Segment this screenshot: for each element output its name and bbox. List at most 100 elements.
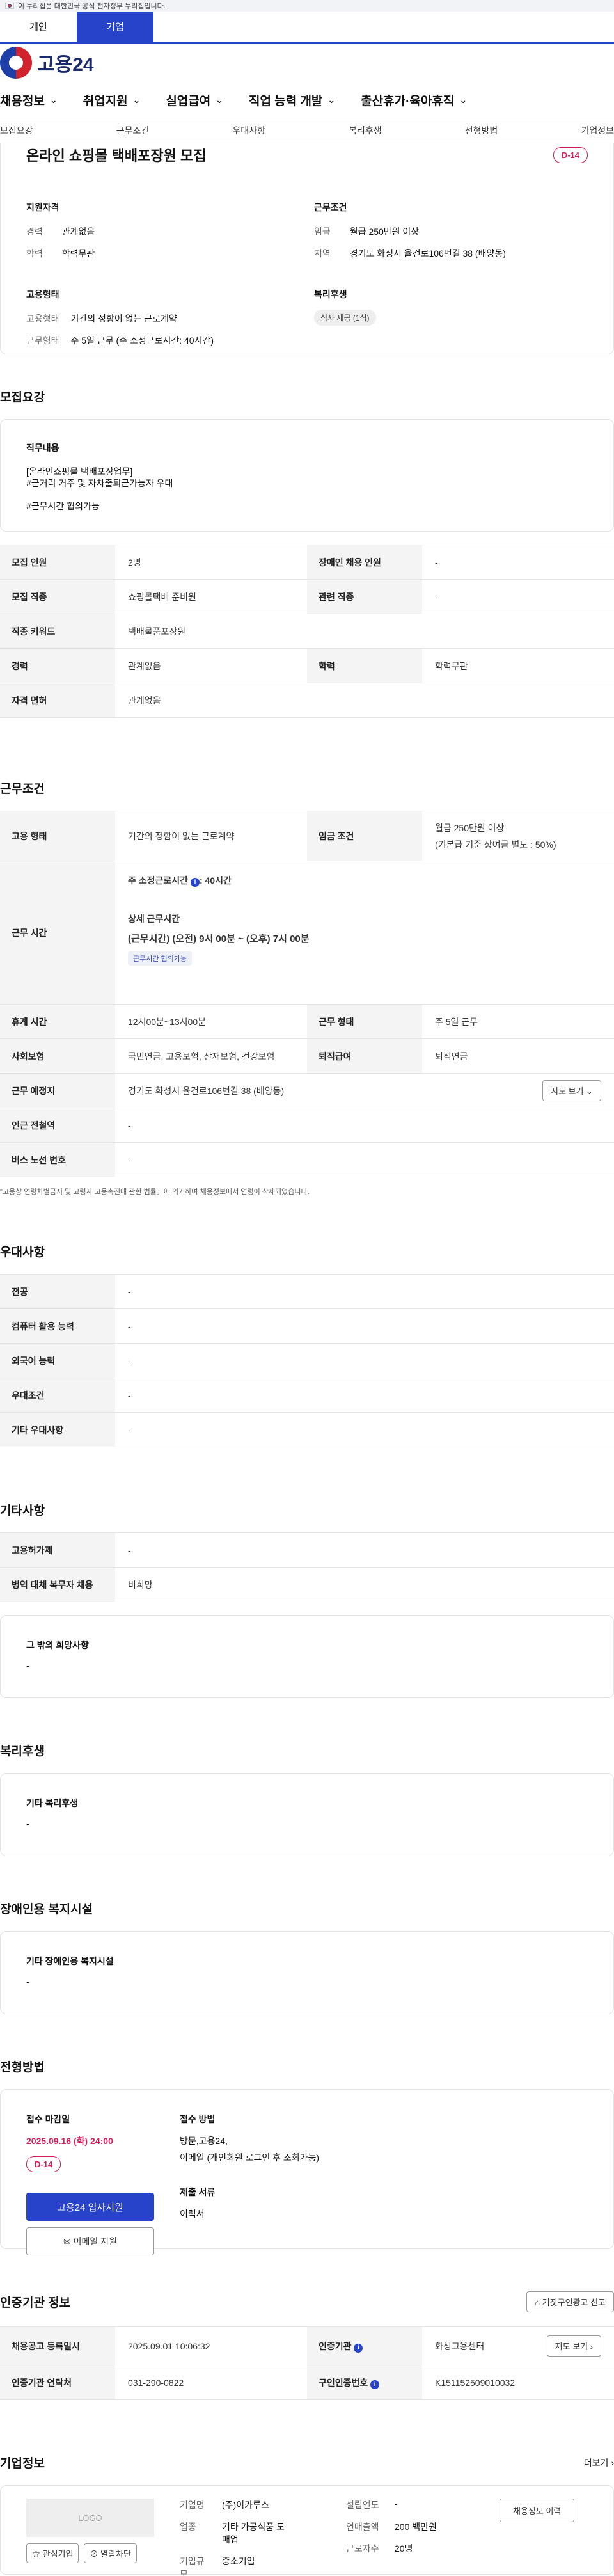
row-key: 인근 전철역 xyxy=(0,1108,115,1143)
company-name-value: (주)이카루스 xyxy=(222,2500,269,2510)
tab-individual[interactable]: 개인 xyxy=(0,12,77,42)
block-label: 열람차단 xyxy=(100,2549,131,2559)
block-view-button[interactable]: ⊘ 열람차단 xyxy=(84,2543,137,2563)
age-notice: "고용상 연령차별금지 및 고령자 고용촉진에 관한 법률」에 의거하여 채용정… xyxy=(0,1188,310,1196)
row-key: 외국어 능력 xyxy=(0,1343,115,1378)
map-button-label: 지도 보기 xyxy=(551,1086,584,1096)
more-label: 더보기 xyxy=(583,2457,609,2468)
nav-item-skill-development[interactable]: 직업 능력 개발 ⌄ xyxy=(249,91,335,109)
edu-value: 학력무관 xyxy=(61,248,95,258)
row-key: 임금 조건 xyxy=(307,811,422,861)
welfare-card: 기타 복리후생 - xyxy=(0,1773,614,1856)
row-value: - xyxy=(128,1120,131,1131)
apply-card: 접수 마감일 2025.09.16 (화) 24:00 D-14 고용24 입사… xyxy=(0,2089,614,2255)
chevron-down-icon: ⌄ xyxy=(132,94,141,105)
size-value: 중소기업 xyxy=(222,2556,255,2566)
anchor-welfare[interactable]: 복리후생 xyxy=(349,124,382,137)
company-section-title: 기업정보 xyxy=(0,2457,45,2470)
hours-detail-label: 상세 근무시간 xyxy=(128,914,180,924)
row-value: 관계없음 xyxy=(128,660,161,671)
table-row: 근무 예정지 경기도 화성시 율건로106번길 38 (배양동) 지도 보기 ⌄ xyxy=(0,1073,614,1108)
row-value: 기간의 정함이 없는 근로계약 xyxy=(128,831,235,841)
nav-item-jobs[interactable]: 채용정보 ⌄ xyxy=(0,91,58,109)
row-value: - xyxy=(128,1321,131,1332)
table-row: 인증기관 연락처 031-290-0822 구인인증번호 i K15115250… xyxy=(0,2365,614,2400)
etc-section-title: 기타사항 xyxy=(0,1504,45,1518)
docs-label: 제출 서류 xyxy=(180,2187,216,2197)
row-value: - xyxy=(128,1424,131,1435)
hours-tag: 근무시간 협의가능 xyxy=(128,951,193,966)
main-nav: 채용정보 ⌄ 취업지원 ⌄ 실업급여 ⌄ 직업 능력 개발 ⌄ 출산휴가·육아휴직 ⌄ xyxy=(0,82,614,118)
row-key: 인증기관 연락처 xyxy=(0,2365,115,2400)
report-button[interactable]: ⌂ 거짓구인광고 신고 xyxy=(526,2291,614,2312)
row-key: 경력 xyxy=(0,648,115,683)
row-key: 퇴직급여 xyxy=(307,1038,422,1074)
row-key: 모집 직종 xyxy=(0,579,115,614)
row-value: K151152509010032 xyxy=(435,2377,516,2388)
staff-value: 20명 xyxy=(395,2543,413,2554)
star-icon: ☆ xyxy=(32,2549,41,2559)
anchor-apply[interactable]: 전형방법 xyxy=(465,124,498,137)
company-card: LOGO ☆ 관심기업 ⊘ 열람차단 기업명 (주)이카루스 업종 기타 가공식품 … xyxy=(0,2485,614,2576)
anchor-conditions[interactable]: 근무조건 xyxy=(116,124,150,137)
table-row: 고용허가제 - xyxy=(0,1532,614,1568)
row-value: 택배물품포장원 xyxy=(128,626,186,637)
founded-label: 설립연도 xyxy=(346,2500,379,2510)
row-key: 병역 대체 복무자 채용 xyxy=(0,1567,115,1602)
prefer-table: 전공 - 컴퓨터 활용 능력 - 외국어 능력 - 우대조건 - 기타 우대사항 - xyxy=(0,1274,614,1447)
industry-value-line: 매업 xyxy=(222,2534,239,2545)
interest-company-button[interactable]: ☆ 관심기업 xyxy=(26,2543,79,2563)
row-value: 관계없음 xyxy=(128,695,161,706)
table-row: 자격 면허 관계없음 xyxy=(0,683,614,718)
hope-value: - xyxy=(26,1660,29,1671)
nav-item-parental-leave[interactable]: 출산휴가·육아휴직 ⌄ xyxy=(361,91,467,109)
duty-line: #근거리 거주 및 자차출퇴근가능자 우대 xyxy=(26,478,173,488)
industry-label: 업종 xyxy=(180,2522,196,2532)
chevron-right-icon: › xyxy=(611,2457,614,2468)
chevron-down-icon: ⌄ xyxy=(586,1086,593,1096)
wage-label: 임금 xyxy=(314,227,331,237)
hours-weekly-value: : 40시간 xyxy=(199,875,232,886)
chevron-right-icon: › xyxy=(590,2342,593,2351)
row-value: 주 5일 근무 xyxy=(435,1016,478,1027)
row-value: 퇴직연금 xyxy=(435,1051,468,1061)
anchor-recruit[interactable]: 모집요강 xyxy=(0,124,33,137)
info-icon[interactable]: i xyxy=(354,2343,363,2353)
info-icon[interactable]: i xyxy=(370,2380,380,2389)
agency-map-button[interactable]: 지도 보기 › xyxy=(546,2335,601,2357)
row-value: - xyxy=(435,591,438,602)
info-icon[interactable]: i xyxy=(190,878,200,887)
prefer-section-title: 우대사항 xyxy=(0,1246,45,1259)
disability-label: 기타 장애인용 복지시설 xyxy=(26,1956,114,1966)
anchor-company[interactable]: 기업정보 xyxy=(581,124,614,137)
row-value: - xyxy=(128,1545,131,1555)
hours-cell: 주 소정근로시간 i: 40시간 상세 근무시간 (근무시간) (오전) 9시 … xyxy=(115,861,614,1005)
method-value-1: 방문,고용24, xyxy=(180,2136,228,2146)
apply-button[interactable]: 고용24 입사지원 xyxy=(26,2193,154,2221)
nav-item-unemployment-benefit[interactable]: 실업급여 ⌄ xyxy=(166,91,223,109)
block-icon: ⊘ xyxy=(90,2549,98,2559)
table-row: 채용공고 등록일시 2025.09.01 10:06:32 인증기관 i 화성고… xyxy=(0,2326,614,2365)
hire-history-button[interactable]: 채용정보 이력 xyxy=(500,2499,575,2522)
map-button[interactable]: 지도 보기 ⌄ xyxy=(542,1080,601,1101)
work-type-label: 근무형태 xyxy=(26,335,59,346)
row-key: 모집 인원 xyxy=(0,545,115,580)
row-key: 우대조건 xyxy=(0,1378,115,1413)
gov-banner-text: 이 누리집은 대한민국 공식 전자정부 누리집입니다. xyxy=(18,3,166,10)
email-apply-button[interactable]: ✉ 이메일 지원 xyxy=(26,2227,154,2255)
sales-label: 연매출액 xyxy=(346,2522,379,2532)
site-logo[interactable]: 고용24 xyxy=(0,47,94,79)
email-button-label: 이메일 지원 xyxy=(73,2236,117,2246)
tab-company[interactable]: 기업 xyxy=(77,12,154,42)
map-button-label: 지도 보기 xyxy=(555,2342,588,2351)
job-title: 온라인 쇼핑몰 택배포장원 모집 xyxy=(26,148,207,164)
row-key: 자격 면허 xyxy=(0,683,115,718)
row-key: 고용 형태 xyxy=(0,811,115,861)
welfare-value: - xyxy=(26,1818,29,1829)
hours-detail-value: (근무시간) (오전) 9시 00분 ~ (오후) 7시 00분 xyxy=(128,934,310,944)
row-value: 031-290-0822 xyxy=(128,2377,184,2388)
nav-item-employment-support[interactable]: 취업지원 ⌄ xyxy=(83,91,141,109)
company-more-link[interactable]: 더보기 › xyxy=(584,2456,614,2469)
table-row: 근무 시간 주 소정근로시간 i: 40시간 상세 근무시간 (근무시간) (오… xyxy=(0,861,614,1005)
anchor-prefer[interactable]: 우대사항 xyxy=(232,124,265,137)
